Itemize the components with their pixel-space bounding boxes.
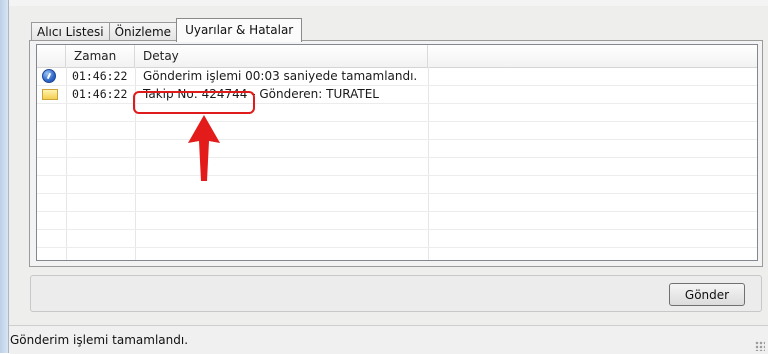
tab-onizleme[interactable]: Önizleme bbox=[108, 22, 178, 41]
grid-row-line bbox=[37, 211, 757, 212]
grid-row[interactable]: 01:46:22 Takip No: 424744 - Gönderen: TU… bbox=[37, 85, 757, 103]
grid-header: Zaman Detay bbox=[37, 45, 757, 68]
warnings-grid[interactable]: Zaman Detay 01:46:22 Gönderim işlemi 00:… bbox=[36, 44, 758, 261]
window-top-area bbox=[9, 0, 768, 6]
grid-row-line bbox=[37, 157, 757, 158]
main-window: Alıcı Listesi Önizleme Uyarılar & Hatala… bbox=[0, 0, 768, 354]
column-header-filler bbox=[428, 45, 757, 67]
tab-uyarilar-hatalar[interactable]: Uyarılar & Hatalar bbox=[176, 18, 303, 42]
resize-grip-icon[interactable] bbox=[755, 341, 765, 351]
grid-row-line bbox=[37, 193, 757, 194]
send-button[interactable]: Gönder bbox=[669, 283, 745, 306]
row-time: 01:46:22 bbox=[72, 69, 128, 83]
grid-row-line bbox=[37, 247, 757, 248]
column-header-zaman[interactable]: Zaman bbox=[66, 45, 135, 67]
red-arrow-annotation bbox=[188, 115, 220, 181]
button-panel bbox=[30, 275, 762, 312]
window-left-border bbox=[0, 0, 9, 353]
row-detail: Gönderim işlemi 00:03 saniyede tamamland… bbox=[143, 69, 418, 83]
column-header-icon[interactable] bbox=[37, 45, 66, 67]
grid-row-line bbox=[37, 103, 757, 104]
tab-strip: Alıcı Listesi Önizleme Uyarılar & Hatala… bbox=[31, 17, 303, 42]
grid-row-line bbox=[37, 139, 757, 140]
grid-row-line bbox=[37, 229, 757, 230]
row-time: 01:46:22 bbox=[72, 87, 128, 101]
status-text: Gönderim işlemi tamamlandı. bbox=[10, 333, 189, 347]
tracking-number: Takip No: 424744 bbox=[143, 87, 248, 101]
row-detail: Takip No: 424744 - Gönderen: TURATEL bbox=[143, 85, 379, 103]
grid-row-line bbox=[37, 175, 757, 176]
grid-row[interactable]: 01:46:22 Gönderim işlemi 00:03 saniyede … bbox=[37, 67, 757, 85]
info-icon bbox=[42, 69, 56, 83]
mail-icon bbox=[42, 89, 58, 100]
sender-text: - Gönderen: TURATEL bbox=[251, 87, 379, 101]
status-bar: Gönderim işlemi tamamlandı. bbox=[9, 325, 768, 354]
tab-alici-listesi[interactable]: Alıcı Listesi bbox=[31, 22, 110, 41]
column-header-detay[interactable]: Detay bbox=[135, 45, 428, 67]
grid-row-line bbox=[37, 121, 757, 122]
